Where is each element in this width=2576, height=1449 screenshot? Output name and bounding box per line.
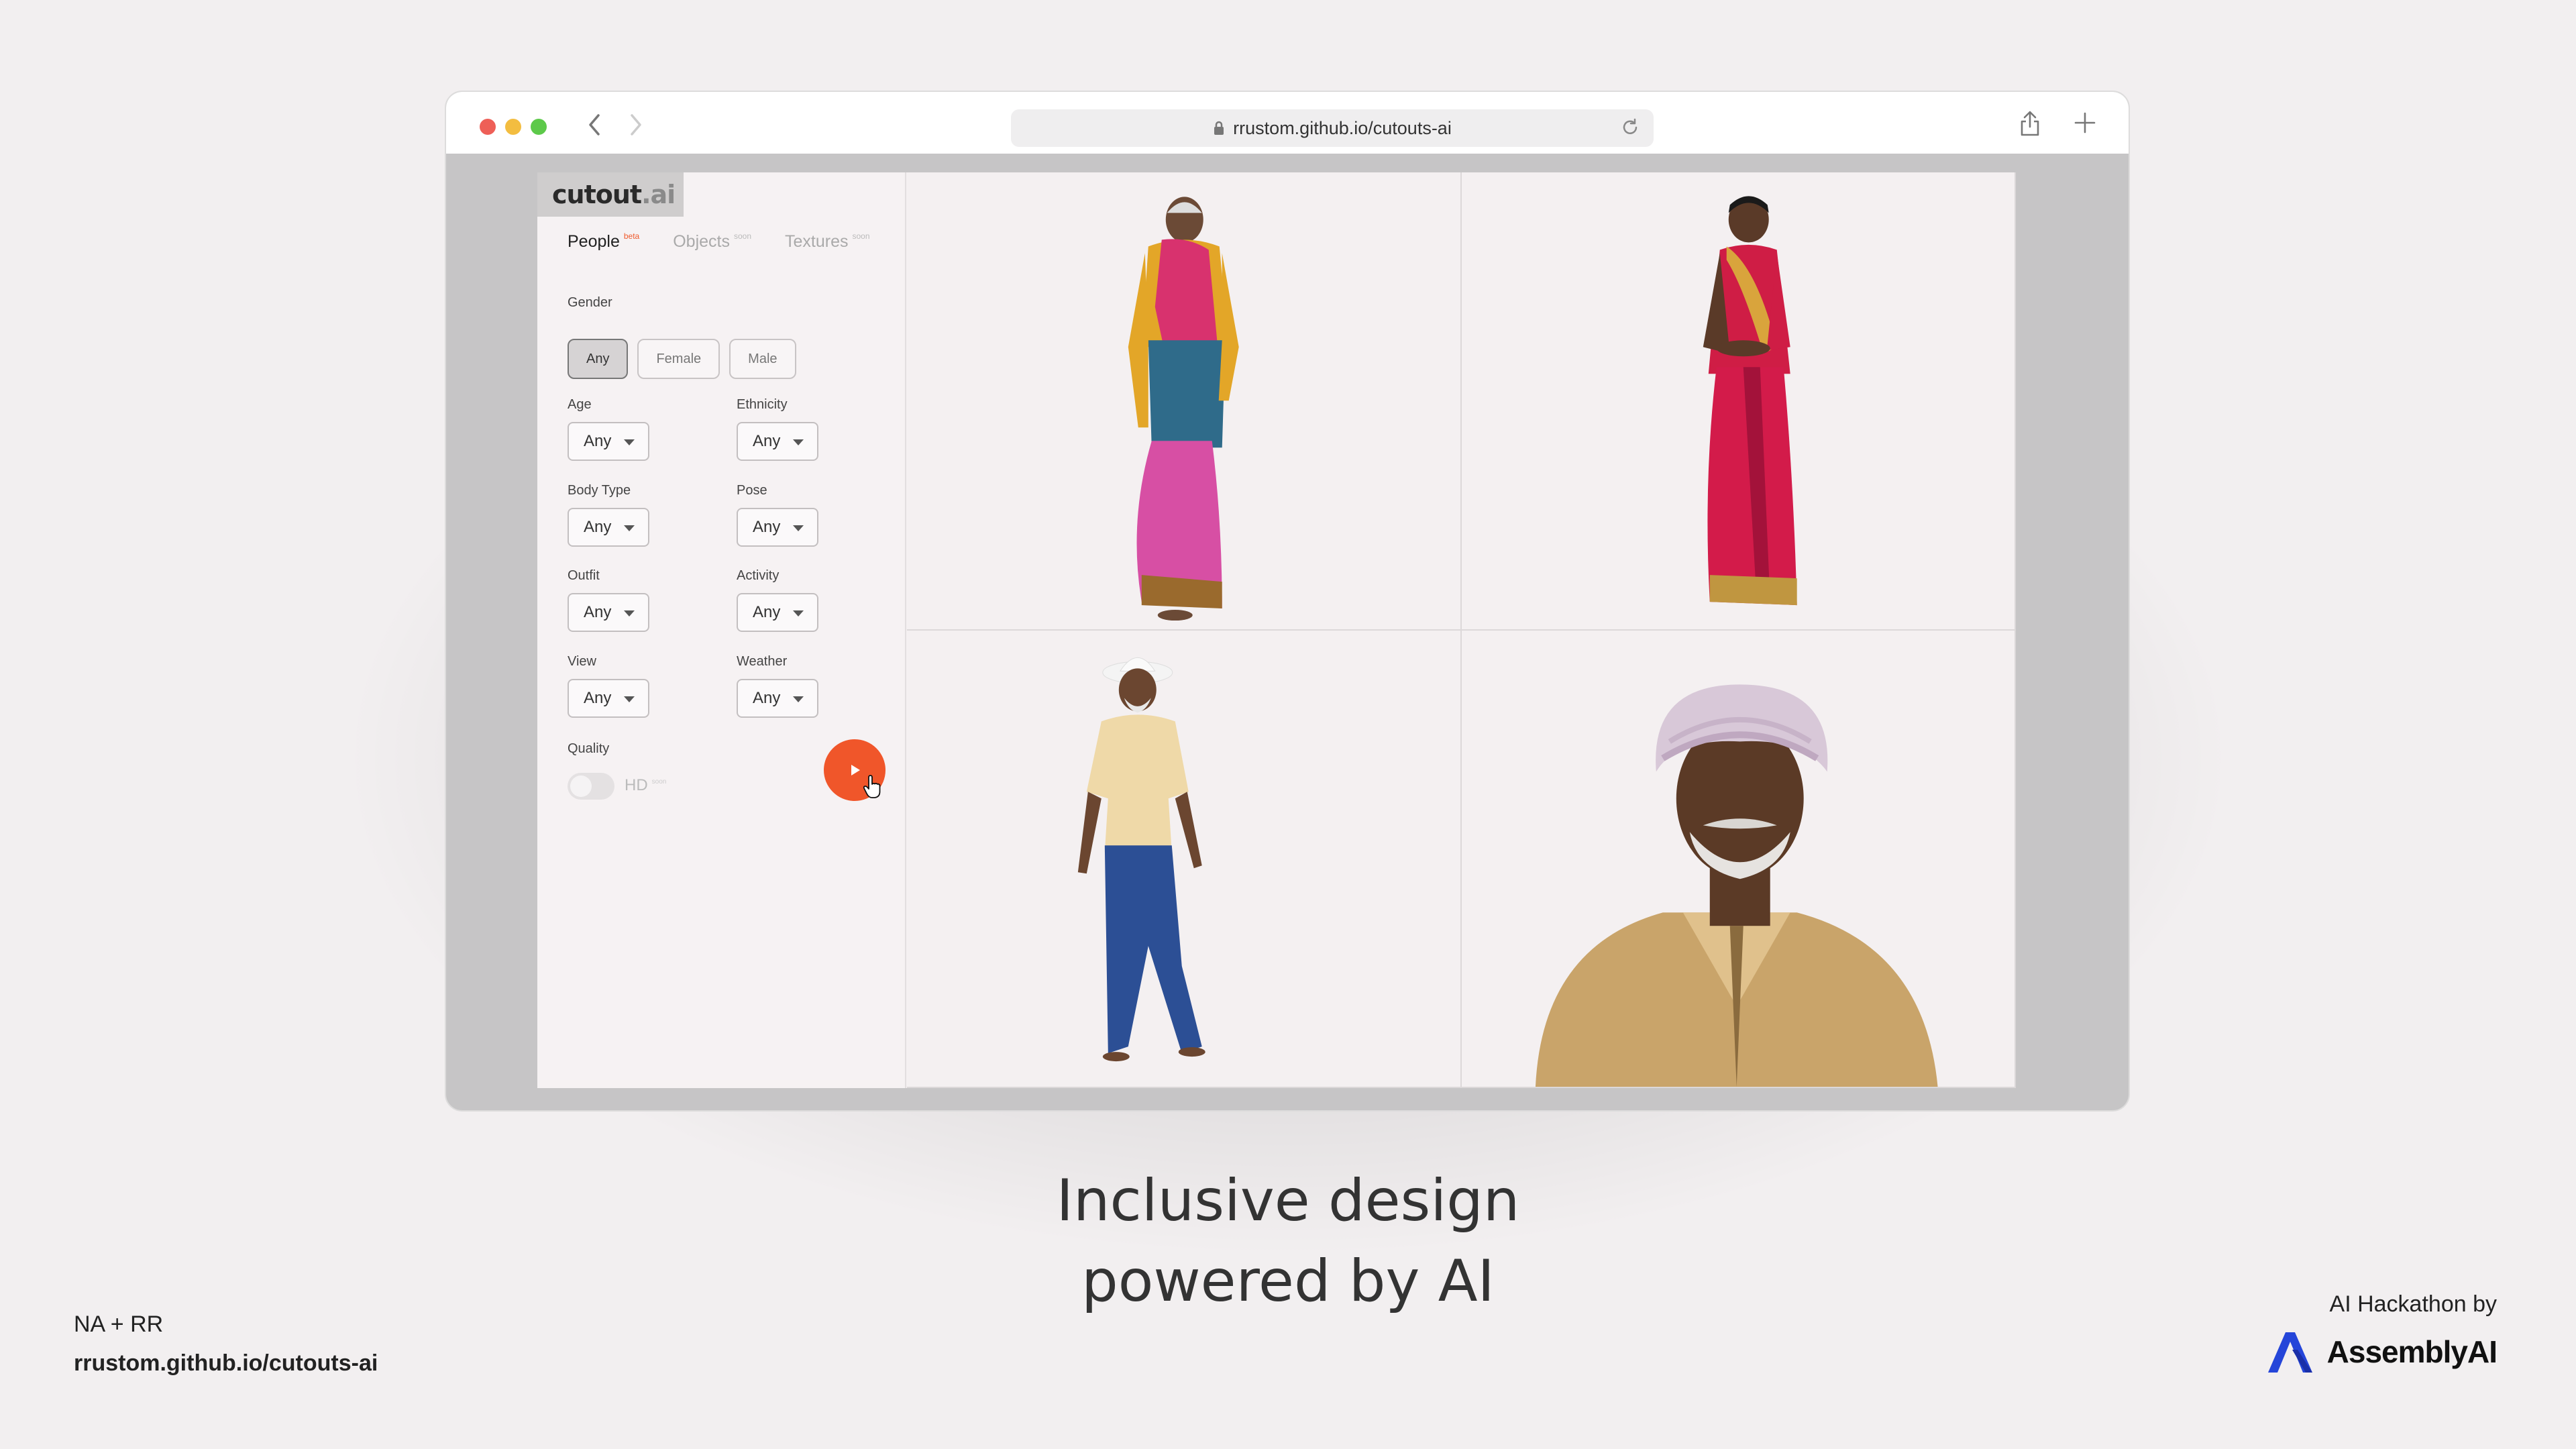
- body-type-value: Any: [584, 518, 612, 536]
- chevron-down-icon: [793, 696, 804, 702]
- result-image-1[interactable]: [907, 172, 1462, 631]
- person-image-icon: [1077, 657, 1205, 1061]
- category-tabs: People beta Objects soon Textures soon: [568, 231, 870, 252]
- forward-icon[interactable]: [619, 108, 653, 142]
- tagline-line-2: powered by AI: [1081, 1248, 1495, 1315]
- close-window-button[interactable]: [480, 119, 496, 135]
- tab-objects[interactable]: Objects soon: [673, 231, 751, 252]
- age-label: Age: [568, 397, 592, 412]
- zoom-window-button[interactable]: [531, 119, 547, 135]
- tab-people[interactable]: People beta: [568, 231, 639, 252]
- tab-textures[interactable]: Textures soon: [785, 231, 870, 252]
- body-type-label: Body Type: [568, 483, 631, 498]
- pointer-cursor-icon: [863, 775, 881, 798]
- toggle-knob: [570, 775, 592, 797]
- slide-credits: NA + RR rrustom.github.io/cutouts-ai: [74, 1305, 378, 1383]
- sponsor-block: AI Hackathon by AssemblyAI: [2265, 1291, 2498, 1374]
- sponsor-logo: AssemblyAI: [2265, 1330, 2498, 1374]
- tab-badge: beta: [623, 231, 640, 241]
- outfit-select[interactable]: Any: [568, 593, 649, 632]
- chevron-down-icon: [793, 525, 804, 531]
- result-image-3[interactable]: [907, 630, 1462, 1088]
- body-type-select[interactable]: Any: [568, 508, 649, 547]
- logo-text: cutout: [552, 180, 642, 209]
- age-value: Any: [584, 432, 612, 450]
- slide-tagline: Inclusive design powered by AI: [1020, 1161, 1556, 1322]
- filter-sidebar: cutout .ai People beta Objects soon Texture…: [537, 172, 906, 1088]
- weather-select[interactable]: Any: [737, 679, 818, 718]
- activity-value: Any: [753, 603, 781, 621]
- new-tab-icon[interactable]: [2074, 109, 2096, 140]
- back-icon[interactable]: [578, 108, 611, 142]
- chevron-down-icon: [793, 439, 804, 445]
- activity-select[interactable]: Any: [737, 593, 818, 632]
- assemblyai-logo-icon: [2267, 1332, 2312, 1373]
- view-select[interactable]: Any: [568, 679, 649, 718]
- tagline-line-1: Inclusive design: [1056, 1167, 1520, 1234]
- tab-label: Objects: [673, 232, 730, 251]
- pose-label: Pose: [737, 483, 767, 498]
- gender-female-button[interactable]: Female: [637, 339, 720, 379]
- browser-toolbar: rrustom.github.io/cutouts-ai: [446, 92, 2129, 154]
- result-image-2[interactable]: [1461, 172, 2016, 631]
- ethnicity-value: Any: [753, 432, 781, 450]
- outfit-label: Outfit: [568, 568, 600, 583]
- chevron-down-icon: [624, 525, 635, 531]
- chevron-down-icon: [624, 696, 635, 702]
- chevron-down-icon: [793, 610, 804, 616]
- hd-label: HD soon: [625, 776, 666, 795]
- person-image-icon: [1535, 684, 1938, 1087]
- age-select[interactable]: Any: [568, 422, 649, 461]
- quality-label: Quality: [568, 741, 610, 756]
- logo-suffix: .ai: [641, 180, 676, 209]
- weather-value: Any: [753, 689, 781, 707]
- address-bar[interactable]: rrustom.github.io/cutouts-ai: [1011, 109, 1654, 147]
- gender-male-button[interactable]: Male: [729, 339, 796, 379]
- view-label: View: [568, 654, 596, 669]
- gender-selector: Any Female Male: [568, 339, 796, 379]
- minimize-window-button[interactable]: [505, 119, 521, 135]
- hd-text: HD: [625, 776, 648, 794]
- sponsor-brand-name: AssemblyAI: [2326, 1334, 2498, 1369]
- ethnicity-select[interactable]: Any: [737, 422, 818, 461]
- ethnicity-label: Ethnicity: [737, 397, 788, 412]
- project-url-link[interactable]: rrustom.github.io/cutouts-ai: [74, 1344, 378, 1383]
- chevron-down-icon: [624, 610, 635, 616]
- tab-label: Textures: [785, 232, 849, 251]
- lock-icon: [1213, 120, 1225, 136]
- result-image-4[interactable]: [1461, 630, 2016, 1088]
- view-value: Any: [584, 689, 612, 707]
- person-image-icon: [1703, 196, 1797, 606]
- chevron-down-icon: [624, 439, 635, 445]
- authors-text: NA + RR: [74, 1311, 164, 1337]
- share-icon[interactable]: [2019, 109, 2041, 141]
- app-logo[interactable]: cutout .ai: [537, 172, 684, 217]
- gender-label: Gender: [568, 295, 612, 310]
- person-image-icon: [1128, 197, 1239, 621]
- reload-icon[interactable]: [1620, 117, 1640, 142]
- address-url: rrustom.github.io/cutouts-ai: [1233, 117, 1452, 138]
- play-icon: [851, 765, 860, 775]
- sponsor-text: AI Hackathon by: [2329, 1291, 2497, 1317]
- results-grid: [907, 172, 2016, 1088]
- activity-label: Activity: [737, 568, 780, 583]
- outfit-value: Any: [584, 603, 612, 621]
- browser-window: rrustom.github.io/cutouts-ai cutout .ai P…: [445, 91, 2130, 1112]
- tab-badge: soon: [733, 231, 752, 241]
- pose-value: Any: [753, 518, 781, 536]
- gender-any-button[interactable]: Any: [568, 339, 629, 379]
- cutout-app: cutout .ai People beta Objects soon Texture…: [537, 172, 2016, 1088]
- tab-label: People: [568, 232, 620, 251]
- tab-badge: soon: [852, 231, 870, 241]
- hd-badge: soon: [651, 778, 667, 786]
- hd-toggle[interactable]: [568, 773, 614, 800]
- pose-select[interactable]: Any: [737, 508, 818, 547]
- weather-label: Weather: [737, 654, 788, 669]
